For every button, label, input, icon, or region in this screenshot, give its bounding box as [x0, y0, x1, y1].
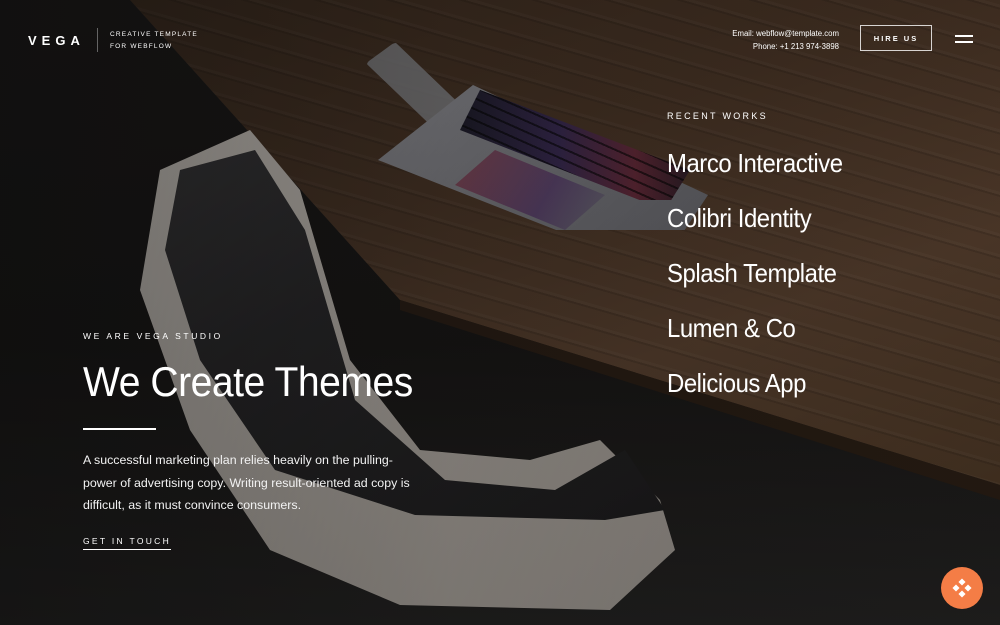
recent-works-list: Marco Interactive Colibri Identity Splas… — [667, 148, 858, 423]
work-link-lumen-co[interactable]: Lumen & Co — [667, 313, 796, 344]
work-link-marco-interactive[interactable]: Marco Interactive — [667, 148, 843, 179]
hero-eyebrow: WE ARE VEGA STUDIO — [83, 331, 223, 341]
work-item: Colibri Identity — [667, 203, 858, 258]
work-item: Lumen & Co — [667, 313, 858, 368]
page: VEGA CREATIVE TEMPLATE FOR WEBFLOW Email… — [0, 0, 1000, 625]
phone-label: Phone: — [752, 42, 778, 51]
work-link-splash-template[interactable]: Splash Template — [667, 258, 837, 289]
work-item: Delicious App — [667, 368, 858, 423]
phone-link[interactable]: +1 213 974-3898 — [780, 42, 839, 51]
get-in-touch-link[interactable]: GET IN TOUCH — [83, 536, 172, 550]
contact-email-row: Email: webflow@template.com — [732, 27, 839, 40]
logo[interactable]: VEGA — [28, 33, 85, 48]
email-link[interactable]: webflow@template.com — [756, 29, 839, 38]
work-link-colibri-identity[interactable]: Colibri Identity — [667, 203, 812, 234]
contact-phone-row: Phone: +1 213 974-3898 — [732, 40, 839, 53]
tagline-line-2: FOR WEBFLOW — [110, 43, 173, 50]
work-item: Splash Template — [667, 258, 858, 313]
hire-us-button[interactable]: HIRE US — [860, 25, 932, 51]
email-label: Email: — [732, 29, 754, 38]
hero-description: A successful marketing plan relies heavi… — [83, 453, 410, 512]
work-link-delicious-app[interactable]: Delicious App — [667, 368, 806, 399]
webflow-badge-button[interactable] — [941, 567, 983, 609]
hamburger-menu-icon[interactable] — [955, 34, 973, 44]
webflow-diamond-icon — [952, 578, 972, 598]
recent-works-label: RECENT WORKS — [667, 111, 768, 121]
tagline: CREATIVE TEMPLATE FOR WEBFLOW — [110, 29, 230, 53]
contact-info: Email: webflow@template.com Phone: +1 21… — [732, 27, 839, 53]
hero-divider — [83, 428, 156, 430]
hero-headline: We Create Themes — [83, 358, 413, 405]
logo-divider — [97, 28, 98, 52]
work-item: Marco Interactive — [667, 148, 858, 203]
tagline-line-1: CREATIVE TEMPLATE — [110, 31, 198, 38]
